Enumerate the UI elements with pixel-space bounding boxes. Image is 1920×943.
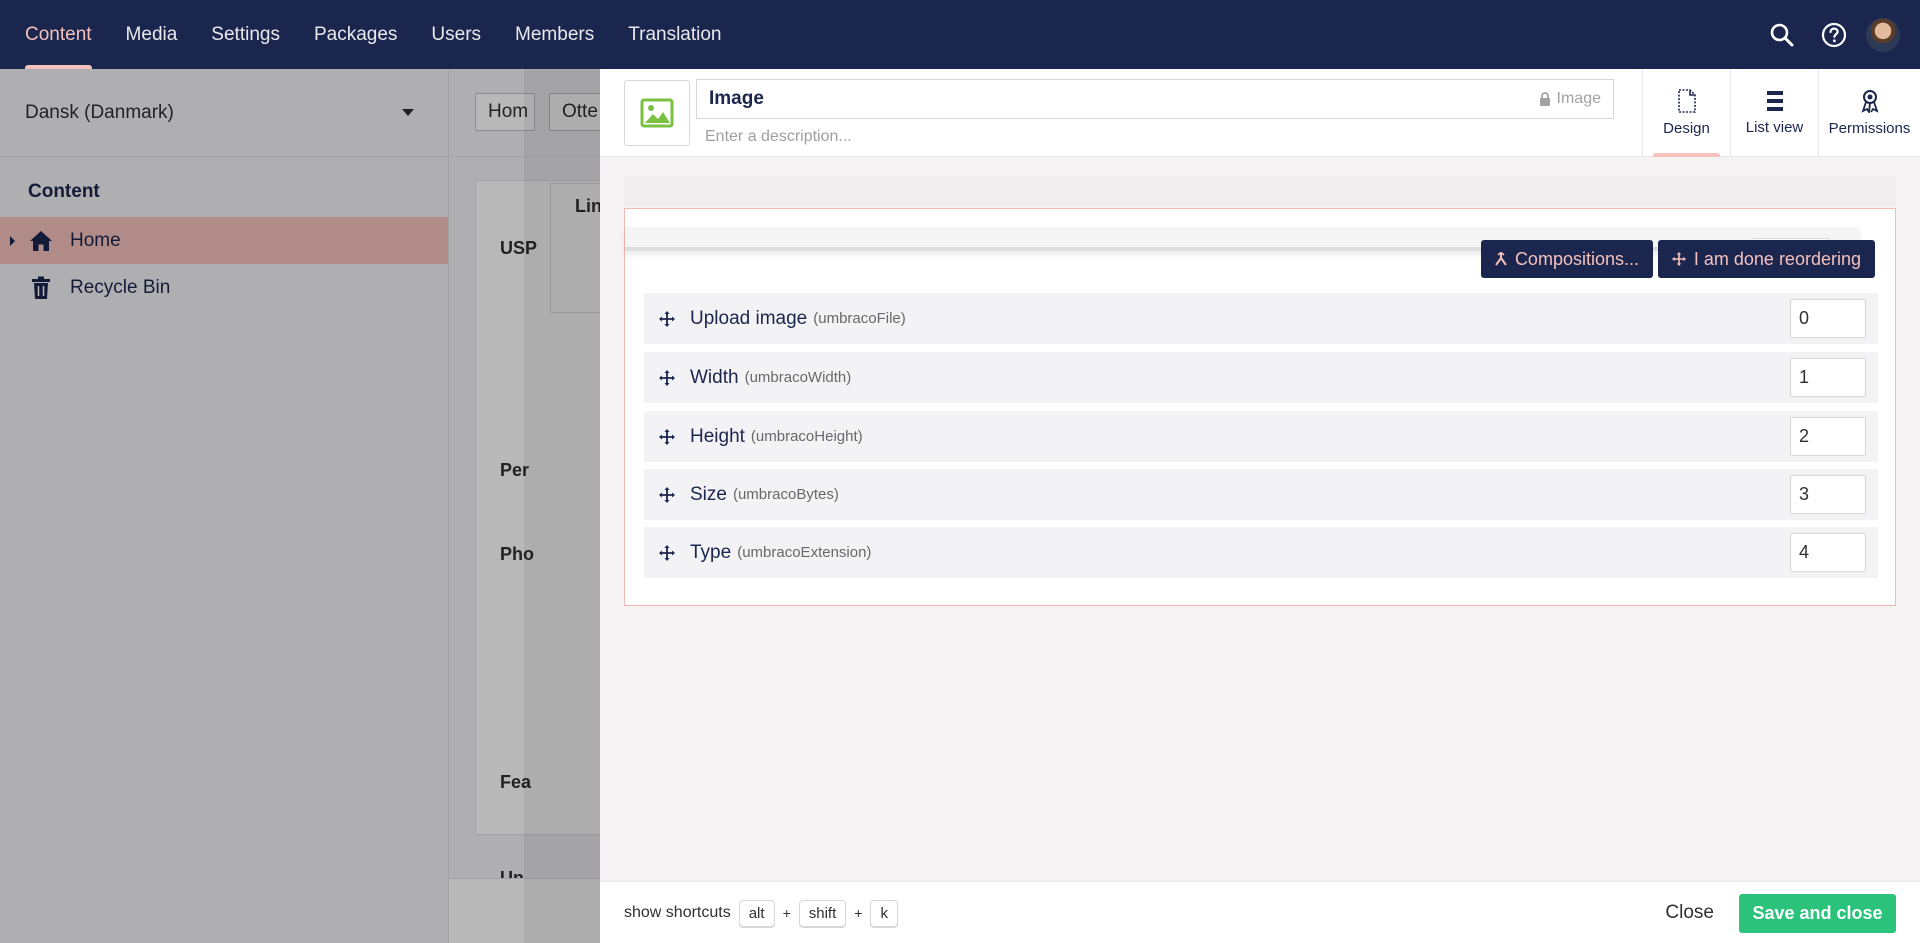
section-translation[interactable]: Translation [611,0,738,69]
app-label: List view [1745,119,1804,136]
plus-sign: + [854,905,863,921]
description-input[interactable]: Enter a description... [705,122,852,152]
alias-value: Image [1556,90,1601,107]
property-alias: (umbracoHeight) [750,428,863,445]
section-content[interactable]: Content [8,0,109,69]
search-icon [1770,23,1794,46]
section-members[interactable]: Members [498,0,611,69]
property-label: Width [690,366,739,388]
app-permissions[interactable]: Permissions [1818,69,1920,157]
lock-icon[interactable] [1539,92,1551,106]
compositions-button[interactable]: Compositions... [1480,240,1653,278]
merge-icon [1495,252,1507,266]
app-label: Design [1663,120,1710,137]
help-button[interactable] [1808,0,1860,69]
section-users[interactable]: Users [414,0,498,69]
section-settings[interactable]: Settings [194,0,297,69]
property-alias: (umbracoFile) [813,310,906,327]
property-row[interactable]: Size (umbracoBytes) 3 [644,469,1878,520]
shortcuts-hint[interactable]: show shortcuts alt + shift + k [624,882,898,943]
media-type-name-input[interactable]: Image Image [696,79,1614,119]
move-icon[interactable] [644,544,690,561]
compositions-label: Compositions... [1514,248,1639,269]
move-icon [1671,252,1686,266]
editor-header: Image Image Enter a description... Desig… [600,69,1920,157]
app-label: Permissions [1828,120,1911,137]
move-icon[interactable] [644,428,690,445]
media-type-name: Image [709,88,764,109]
save-and-close-button[interactable]: Save and close [1739,894,1896,933]
property-group: Compositions... I am done reordering Upl… [624,208,1896,606]
sort-order-input[interactable]: 2 [1790,417,1866,456]
property-label: Height [690,425,745,447]
editor-footer: show shortcuts alt + shift + k Close Sav… [600,881,1920,943]
property-row[interactable]: Upload image (umbracoFile) 0 [644,293,1878,344]
top-navigation-bar: Content Media Settings Packages Users Me… [0,0,1920,69]
list-icon [1766,91,1783,111]
property-label: Upload image [690,307,808,329]
move-icon[interactable] [644,310,690,327]
alias-field[interactable]: Image [1539,80,1601,118]
group-drop-placeholder [624,176,1896,206]
sort-order-input[interactable]: 4 [1790,533,1866,572]
key-k: k [870,899,898,927]
show-shortcuts-label[interactable]: show shortcuts [624,904,731,922]
property-alias: (umbracoBytes) [732,486,839,503]
help-icon [1821,22,1847,47]
done-reordering-label: I am done reordering [1693,248,1861,269]
app-list-view[interactable]: List view [1730,69,1818,157]
close-button[interactable]: Close [1653,894,1726,932]
permissions-icon [1860,90,1879,113]
top-right-tools [1756,0,1920,69]
media-type-icon-picker[interactable] [624,80,690,146]
section-packages[interactable]: Packages [297,0,414,69]
picture-icon [640,98,674,128]
done-reordering-button[interactable]: I am done reordering [1657,240,1875,278]
media-type-editor-panel: Image Image Enter a description... Desig… [600,69,1920,943]
key-shift: shift [798,899,847,927]
property-row[interactable]: Type (umbracoExtension) 4 [644,527,1878,578]
editor-apps: Design List view Permissions [1642,69,1920,157]
property-row[interactable]: Height (umbracoHeight) 2 [644,411,1878,462]
avatar[interactable] [1866,17,1900,52]
sort-order-input[interactable]: 1 [1790,358,1866,397]
sort-order-input[interactable]: 0 [1790,299,1866,338]
move-icon[interactable] [644,369,690,386]
property-label: Type [690,541,732,563]
search-button[interactable] [1756,0,1808,69]
section-nav: Content Media Settings Packages Users Me… [0,0,739,69]
section-media[interactable]: Media [109,0,195,69]
property-row[interactable]: Width (umbracoWidth) 1 [644,352,1878,403]
document-icon [1677,89,1696,113]
property-alias: (umbracoWidth) [744,369,852,386]
key-alt: alt [738,899,775,927]
property-alias: (umbracoExtension) [737,544,872,561]
move-icon[interactable] [644,486,690,503]
sort-order-input[interactable]: 3 [1790,475,1866,514]
app-design[interactable]: Design [1642,69,1730,157]
overlay-stack-shadow [524,69,600,943]
plus-sign: + [782,905,791,921]
property-label: Size [690,483,727,505]
